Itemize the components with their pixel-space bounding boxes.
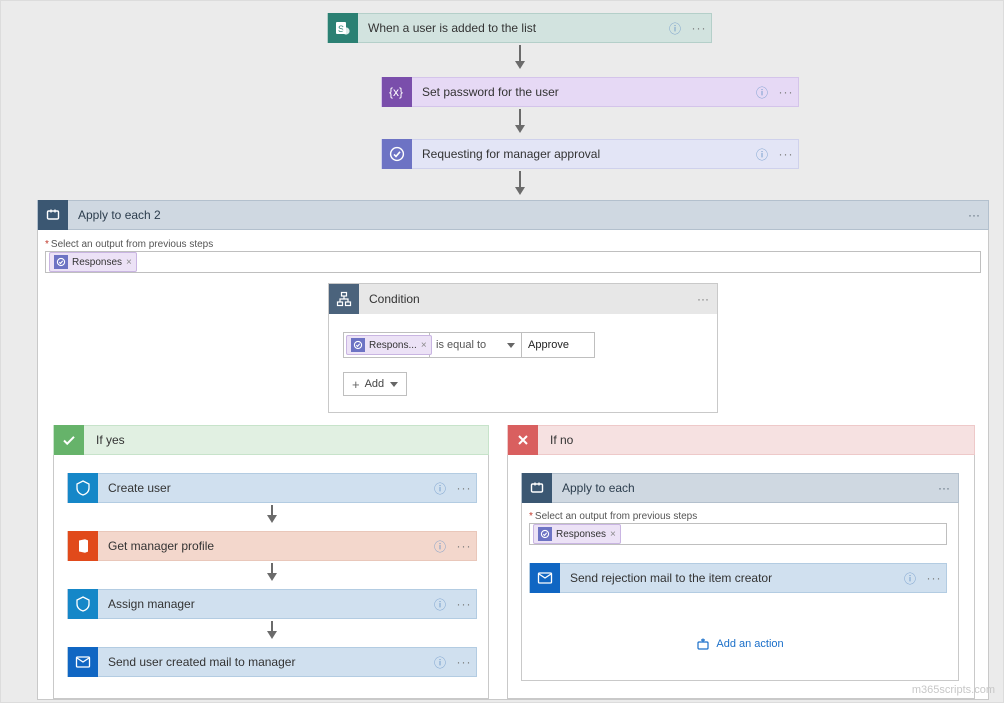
svg-text:{x}: {x} (389, 85, 403, 99)
step-title: Requesting for manager approval (412, 147, 750, 161)
token-responses[interactable]: Responses × (49, 252, 137, 272)
branch-label: If yes (84, 433, 125, 447)
get-manager-card[interactable]: Get manager profile ⓘ ··· (67, 531, 477, 561)
condition-operator-select[interactable]: is equal to (430, 333, 522, 357)
step-title: Get manager profile (98, 539, 428, 553)
flow-arrow (519, 45, 521, 67)
help-icon[interactable]: ⓘ (663, 20, 687, 37)
apply-menu[interactable]: ··· (960, 208, 988, 222)
flow-arrow (519, 109, 521, 131)
token-remove[interactable]: × (610, 529, 616, 540)
condition-operand-cell[interactable]: Respons... × (344, 333, 430, 357)
condition-value-cell[interactable]: Approve (522, 333, 594, 357)
token-responses[interactable]: Responses × (533, 524, 621, 544)
send-rejection-mail-card[interactable]: Send rejection mail to the item creator … (529, 563, 947, 593)
if-yes-header: If yes (53, 425, 489, 455)
azure-ad-icon (68, 589, 98, 619)
token-label: Responses (556, 529, 606, 540)
select-output-label: *Select an output from previous steps (529, 511, 697, 522)
token-label: Responses (72, 257, 122, 268)
step-menu[interactable]: ··· (774, 85, 798, 99)
operand-token-label: Respons... (369, 340, 417, 351)
condition-add-button[interactable]: + Add (343, 372, 407, 396)
loop-icon (522, 473, 552, 503)
azure-ad-icon (68, 473, 98, 503)
step-title: Send rejection mail to the item creator (560, 571, 898, 585)
outlook-icon (68, 647, 98, 677)
condition-title: Condition (359, 292, 689, 306)
flow-arrow (271, 505, 273, 521)
select-output-label: *Select an output from previous steps (45, 239, 213, 250)
step-title: Create user (98, 481, 428, 495)
outlook-icon (530, 563, 560, 593)
plus-icon: + (352, 377, 360, 392)
create-user-card[interactable]: Create user ⓘ ··· (67, 473, 477, 503)
help-icon[interactable]: ⓘ (428, 596, 452, 613)
condition-menu[interactable]: ··· (689, 292, 717, 306)
close-icon (508, 425, 538, 455)
step-title: Set password for the user (412, 85, 750, 99)
chevron-down-icon (390, 382, 398, 387)
flow-arrow (519, 171, 521, 193)
select-output-field[interactable]: Responses × (45, 251, 981, 273)
token-remove[interactable]: × (126, 257, 132, 268)
trigger-card[interactable]: S When a user is added to the list ⓘ ··· (327, 13, 712, 43)
add-action-icon (696, 637, 710, 651)
chevron-down-icon (507, 343, 515, 348)
if-no-header: If no (507, 425, 975, 455)
step-menu[interactable]: ··· (687, 21, 711, 35)
step-menu[interactable]: ··· (452, 481, 476, 495)
step-menu[interactable]: ··· (452, 655, 476, 669)
loop-icon (38, 200, 68, 230)
assign-manager-card[interactable]: Assign manager ⓘ ··· (67, 589, 477, 619)
help-icon[interactable]: ⓘ (428, 480, 452, 497)
variable-icon: {x} (382, 77, 412, 107)
condition-icon (329, 284, 359, 314)
step-title: When a user is added to the list (358, 21, 663, 35)
step-title: Assign manager (98, 597, 428, 611)
token-remove[interactable]: × (421, 340, 427, 351)
sharepoint-icon: S (328, 13, 358, 43)
apply-to-each-inner-header[interactable]: Apply to each ··· (521, 473, 959, 503)
flow-arrow (271, 621, 273, 637)
check-icon (54, 425, 84, 455)
watermark: m365scripts.com (912, 684, 995, 696)
apply-title: Apply to each (552, 481, 930, 495)
help-icon[interactable]: ⓘ (428, 654, 452, 671)
help-icon[interactable]: ⓘ (750, 146, 774, 163)
office-icon (68, 531, 98, 561)
help-icon[interactable]: ⓘ (750, 84, 774, 101)
flow-arrow (271, 563, 273, 579)
approval-card[interactable]: Requesting for manager approval ⓘ ··· (381, 139, 799, 169)
step-menu[interactable]: ··· (922, 571, 946, 585)
apply-to-each-header[interactable]: Apply to each 2 ··· (37, 200, 989, 230)
step-title: Send user created mail to manager (98, 655, 428, 669)
flow-canvas: S When a user is added to the list ⓘ ···… (0, 0, 1004, 703)
add-action-link[interactable]: Add an action (521, 637, 959, 651)
step-menu[interactable]: ··· (774, 147, 798, 161)
select-output-field[interactable]: Responses × (529, 523, 947, 545)
branch-label: If no (538, 433, 573, 447)
condition-card[interactable]: Condition ··· Respons... × is equal to A… (328, 283, 718, 413)
condition-expression: Respons... × is equal to Approve (343, 332, 595, 358)
help-icon[interactable]: ⓘ (428, 538, 452, 555)
help-icon[interactable]: ⓘ (898, 570, 922, 587)
apply-title: Apply to each 2 (68, 208, 960, 222)
set-password-card[interactable]: {x} Set password for the user ⓘ ··· (381, 77, 799, 107)
send-mail-manager-card[interactable]: Send user created mail to manager ⓘ ··· (67, 647, 477, 677)
approval-icon (382, 139, 412, 169)
step-menu[interactable]: ··· (452, 539, 476, 553)
apply-menu[interactable]: ··· (930, 481, 958, 495)
step-menu[interactable]: ··· (452, 597, 476, 611)
